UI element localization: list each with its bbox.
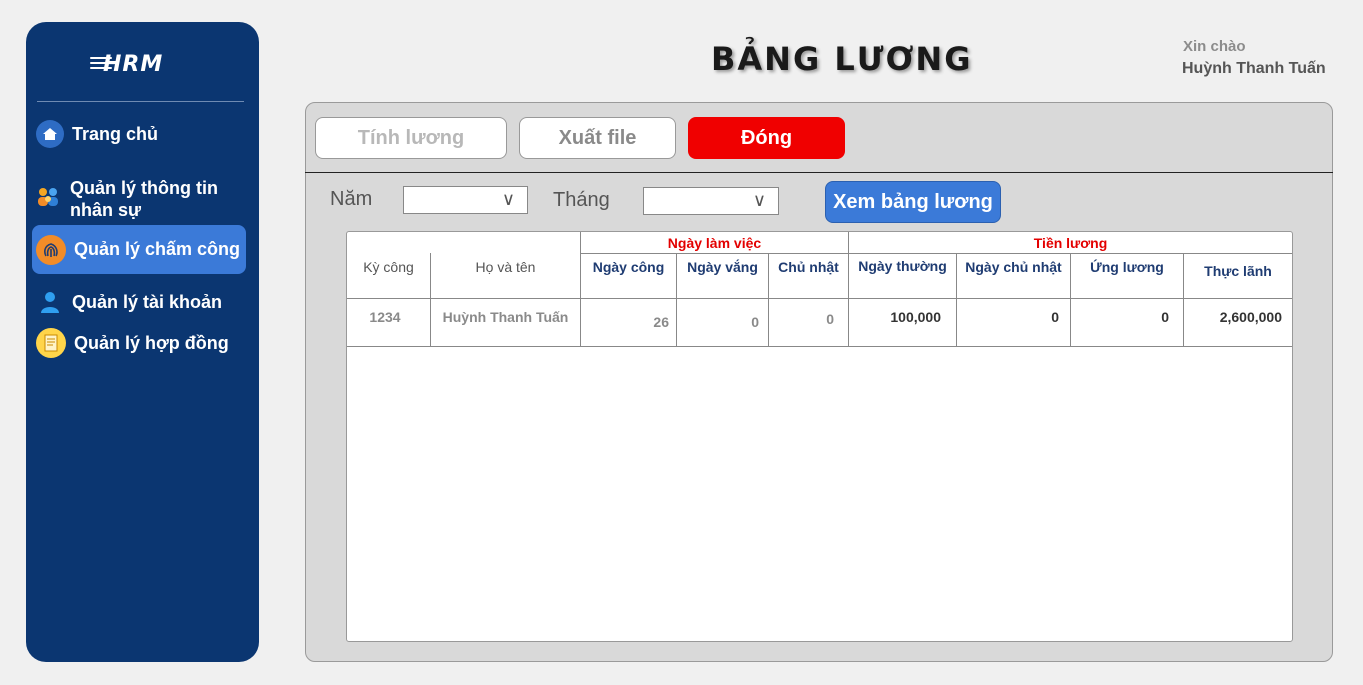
column-header[interactable]: Ngày vắng — [677, 259, 768, 275]
cell-ngay-vang: 0 — [751, 314, 759, 330]
greeting-label: Xin chào — [1183, 38, 1246, 55]
grid-line — [347, 346, 1292, 347]
payroll-table — [346, 231, 1293, 642]
close-button[interactable]: Đóng — [688, 117, 845, 159]
sidebar-item-attendance[interactable]: Quản lý chấm công — [32, 225, 246, 274]
year-label: Năm — [330, 188, 373, 210]
chevron-down-icon: ∨ — [501, 189, 515, 209]
cell-ky-cong: 1234 — [369, 309, 401, 325]
grid-line — [347, 298, 1292, 299]
column-header[interactable]: Ứng lương — [1071, 259, 1183, 275]
sidebar-item-label-line2: nhân sự — [70, 200, 142, 220]
cell-ngay-thuong: 100,000 — [890, 309, 941, 325]
toolbar-divider — [305, 172, 1333, 173]
cell-ho-ten: Huỳnh Thanh Tuấn — [442, 309, 569, 325]
month-select[interactable]: ∨ — [643, 187, 779, 215]
column-header[interactable]: Ngày công — [581, 259, 676, 275]
cell-ung-luong: 0 — [1161, 309, 1169, 325]
sidebar-item-home[interactable]: Trang chủ — [36, 118, 250, 150]
export-file-button[interactable]: Xuất file — [519, 117, 676, 159]
column-header[interactable]: Ngày chủ nhật — [957, 259, 1070, 275]
calculate-salary-button[interactable]: Tính lương — [315, 117, 507, 159]
people-icon — [34, 183, 62, 211]
column-header[interactable]: Chủ nhật — [769, 259, 848, 275]
sidebar-item-employees[interactable]: Quản lý thông tin nhân sự — [34, 177, 248, 221]
chevron-down-icon: ∨ — [752, 190, 766, 210]
fingerprint-icon — [36, 234, 66, 265]
cell-chu-nhat: 0 — [826, 311, 834, 327]
page-title: BẢNG LƯƠNG — [711, 40, 973, 78]
group-header-salary: Tiền lương — [1033, 235, 1108, 251]
sidebar-item-contracts[interactable]: Quản lý hợp đồng — [36, 327, 250, 359]
sidebar-item-label: Quản lý tài khoản — [72, 291, 223, 312]
column-header[interactable]: Họ và tên — [431, 259, 580, 275]
column-header[interactable]: Thực lãnh — [1184, 263, 1292, 279]
month-label: Tháng — [553, 189, 610, 211]
logo: HRM — [103, 52, 164, 77]
cell-ngay-chu-nhat: 0 — [1051, 309, 1059, 325]
sidebar-item-label: Trang chủ — [72, 123, 159, 144]
sidebar-item-label: Quản lý chấm công — [74, 239, 241, 259]
user-name[interactable]: Huỳnh Thanh Tuấn — [1182, 60, 1326, 78]
grid-line — [581, 253, 1292, 254]
column-header[interactable]: Ngày thường — [849, 258, 956, 274]
year-select[interactable]: ∨ — [403, 186, 528, 214]
sidebar-item-label: Quản lý hợp đồng — [74, 332, 229, 353]
sidebar-item-accounts[interactable]: Quản lý tài khoản — [36, 286, 250, 318]
sidebar-divider — [37, 101, 244, 102]
cell-thuc-lanh: 2,600,000 — [1219, 309, 1282, 325]
sidebar-item-label: Quản lý thông tin — [70, 178, 218, 198]
cell-ngay-cong: 26 — [653, 314, 669, 330]
column-header[interactable]: Kỳ công — [347, 259, 430, 275]
home-icon — [36, 120, 64, 148]
contract-icon — [36, 328, 66, 358]
group-header-working-days: Ngày làm việc — [667, 235, 762, 251]
user-icon — [36, 288, 64, 316]
view-payroll-button[interactable]: Xem bảng lương — [825, 181, 1001, 223]
